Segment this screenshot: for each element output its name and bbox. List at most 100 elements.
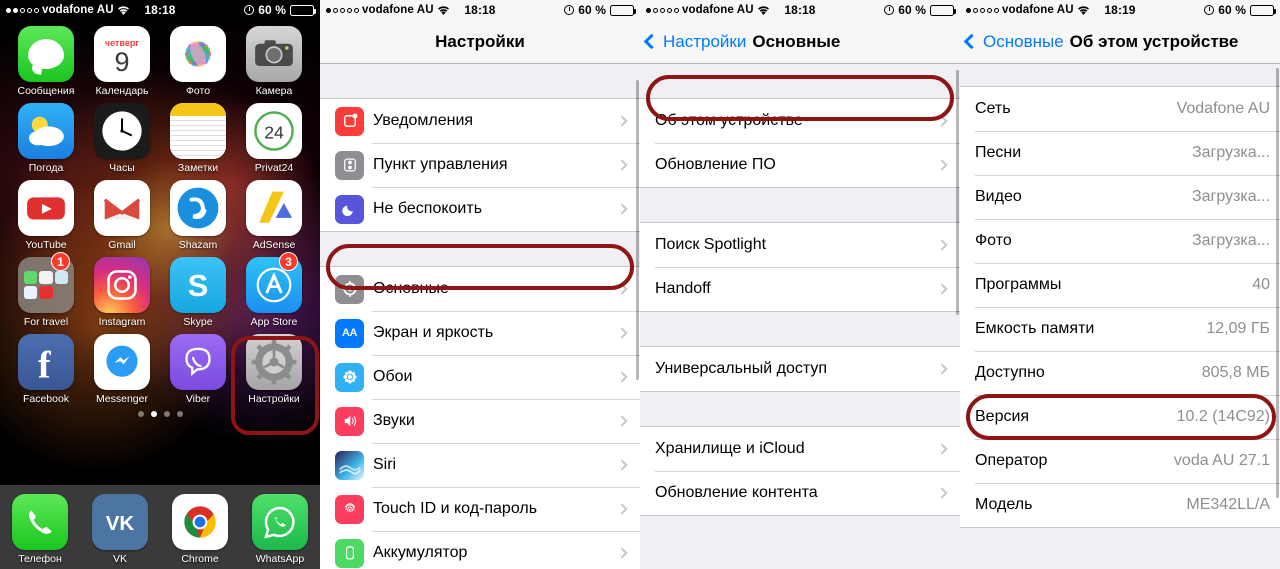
app-messenger[interactable]: Messenger [84, 334, 160, 405]
app-viber[interactable]: Viber [160, 334, 236, 405]
dock-app-chrome[interactable]: Chrome [160, 494, 240, 569]
app-clock[interactable]: Часы [84, 103, 160, 174]
chrome-icon [172, 494, 228, 550]
page-indicator[interactable] [0, 411, 320, 417]
status-bar-left: vodafone AU [6, 4, 129, 16]
app-calendar[interactable]: четверг 9 Календарь [84, 26, 160, 97]
dock-app-phone[interactable]: Телефон [0, 494, 80, 569]
row-control-center[interactable]: Пункт управления [320, 143, 640, 187]
row-handoff[interactable]: Handoff [640, 267, 960, 311]
settings-icon [246, 334, 302, 390]
chevron-right-icon [616, 503, 628, 515]
status-bar-left: vodafone AU [646, 4, 769, 16]
row-accessibility[interactable]: Универсальный доступ [640, 347, 960, 391]
battery-icon [610, 4, 637, 16]
chevron-right-icon [936, 283, 948, 295]
scrollbar[interactable] [636, 80, 639, 380]
chevron-right-icon [616, 283, 628, 295]
app-adsense[interactable]: AdSense [236, 180, 312, 251]
row-label: Песни [975, 144, 1022, 161]
app-camera[interactable]: Камера [236, 26, 312, 97]
scrollbar[interactable] [1276, 68, 1279, 498]
app-settings[interactable]: Настройки [236, 334, 312, 405]
row-siri[interactable]: Siri [320, 443, 640, 487]
control-center-icon [335, 150, 364, 180]
row-label: Видео [975, 188, 1022, 205]
app-photos[interactable]: Фото [160, 26, 236, 97]
general-group-2: Поиск Spotlight Handoff [640, 222, 960, 312]
row-do-not-disturb[interactable]: Не беспокоить [320, 187, 640, 231]
app-label: Часы [109, 162, 135, 174]
row-capacity: Емкость памяти 12,09 ГБ [960, 307, 1280, 351]
app-gmail[interactable]: Gmail [84, 180, 160, 251]
section-gap [320, 64, 640, 98]
back-button[interactable]: Настройки [640, 32, 746, 52]
row-background-app-refresh[interactable]: Обновление контента [640, 471, 960, 515]
dock-app-vk[interactable]: VK VK [80, 494, 160, 569]
app-skype[interactable]: S Skype [160, 257, 236, 328]
status-bar-right: 60 % [564, 3, 637, 17]
row-notifications[interactable]: Уведомления [320, 99, 640, 143]
row-wallpaper[interactable]: Обои [320, 355, 640, 399]
app-instagram[interactable]: Instagram [84, 257, 160, 328]
app-messages[interactable]: Сообщения [8, 26, 84, 97]
phone-icon [12, 494, 68, 550]
dock-app-whatsapp[interactable]: WhatsApp [240, 494, 320, 569]
app-app-store[interactable]: 3 App Store [236, 252, 312, 328]
app-label: YouTube [25, 239, 67, 251]
app-shazam[interactable]: Shazam [160, 180, 236, 251]
whatsapp-icon [252, 494, 308, 550]
row-display-brightness[interactable]: AA Экран и яркость [320, 311, 640, 355]
app-facebook[interactable]: f Facebook [8, 334, 84, 405]
panel-settings-root: vodafone AU 18:18 60 % Настройки Уведомл… [320, 0, 640, 569]
row-value: Загрузка... [1191, 232, 1270, 249]
row-sounds[interactable]: Звуки [320, 399, 640, 443]
app-privat24[interactable]: 24 Privat24 [236, 103, 312, 174]
row-software-update[interactable]: Обновление ПО [640, 143, 960, 187]
screenshot-root: vodafone AU 18:18 60 % Сообщения четверг… [0, 0, 1280, 569]
app-label: Сообщения [17, 85, 75, 97]
notes-icon [170, 103, 226, 159]
row-label: Модель [975, 496, 1033, 513]
badge-count: 3 [279, 252, 298, 271]
row-storage-icloud[interactable]: Хранилище и iCloud [640, 427, 960, 471]
app-notes[interactable]: Заметки [160, 103, 236, 174]
section-gap [640, 312, 960, 346]
row-label: Touch ID и код-пароль [373, 500, 538, 517]
signal-strength-icon [6, 7, 39, 13]
settings-root-screen: Настройки Уведомления Пункт управления Н… [320, 20, 640, 569]
row-label: Звуки [373, 412, 415, 429]
row-label: Поиск Spotlight [655, 236, 767, 253]
adsense-icon [246, 180, 302, 236]
page-title: Настройки [435, 31, 525, 51]
back-button-label: Настройки [663, 31, 747, 51]
row-battery[interactable]: Аккумулятор [320, 531, 640, 569]
app-label: Privat24 [254, 162, 294, 174]
about-group: Сеть Vodafone AU Песни Загрузка... Видео… [960, 86, 1280, 528]
status-bar: vodafone AU 18:18 60 % [320, 0, 640, 20]
general-icon [335, 274, 364, 304]
row-photos: Фото Загрузка... [960, 219, 1280, 263]
camera-icon [246, 26, 302, 82]
row-label: Обои [373, 368, 413, 385]
chevron-left-icon [963, 33, 980, 50]
row-label: Экран и яркость [373, 324, 494, 341]
scrollbar[interactable] [956, 70, 959, 315]
app-label: Chrome [181, 553, 219, 565]
skype-icon: S [170, 257, 226, 313]
app-weather[interactable]: Погода [8, 103, 84, 174]
chevron-left-icon [643, 33, 660, 50]
app-youtube[interactable]: YouTube [8, 180, 84, 251]
dock: Телефон VK VK Chrome WhatsApp [0, 485, 320, 569]
messages-icon [18, 26, 74, 82]
row-about-device[interactable]: Об этом устройстве [640, 99, 960, 143]
row-general[interactable]: Основные [320, 267, 640, 311]
chevron-right-icon [616, 159, 628, 171]
back-button[interactable]: Основные [960, 32, 1064, 52]
row-songs: Песни Загрузка... [960, 131, 1280, 175]
row-spotlight-search[interactable]: Поиск Spotlight [640, 223, 960, 267]
row-touch-id-passcode[interactable]: Touch ID и код-пароль [320, 487, 640, 531]
app-folder-for-travel[interactable]: 1 For travel [8, 252, 84, 328]
gmail-icon [94, 180, 150, 236]
signal-strength-icon [966, 7, 999, 13]
